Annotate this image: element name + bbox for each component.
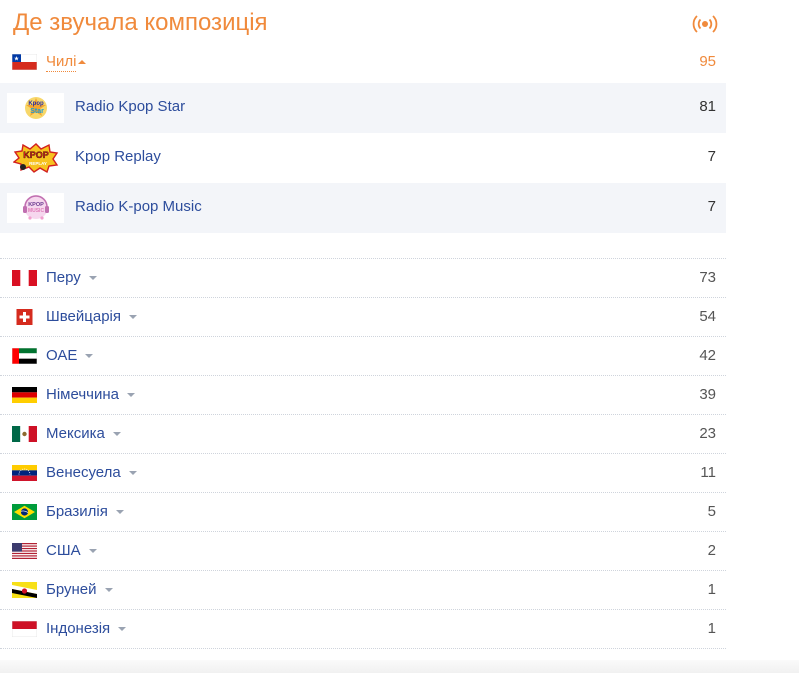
station-logo[interactable]: KPOP MUSIC: [7, 193, 64, 223]
svg-text:Kpop: Kpop: [28, 101, 44, 107]
caret-up-icon[interactable]: [78, 60, 86, 64]
country-count: 23: [699, 425, 716, 442]
station-count: 7: [707, 198, 716, 215]
switzerland-flag-icon: [16, 309, 33, 325]
country-name[interactable]: Венесуела: [46, 464, 137, 481]
country-row-brunei[interactable]: Бруней 1: [0, 571, 726, 610]
station-row[interactable]: KPOP MUSIC Radio K-pop Music 7: [0, 183, 726, 233]
kpop-star-logo: Kpop Star: [24, 97, 47, 119]
country-label: Бразилія: [46, 503, 108, 520]
country-row-mexico[interactable]: Мексика 23: [0, 415, 726, 454]
peru-flag-icon: [12, 270, 37, 286]
germany-flag-icon: [12, 387, 37, 403]
chevron-down-icon[interactable]: [88, 276, 97, 281]
station-logo[interactable]: KPOP REPLAY: [7, 143, 64, 173]
country-count: 95: [699, 53, 716, 70]
chevron-down-icon[interactable]: [112, 432, 121, 437]
chevron-down-icon[interactable]: [118, 627, 127, 632]
country-label: ОАЕ: [46, 347, 78, 364]
country-label: Перу: [46, 269, 81, 286]
svg-text:Star: Star: [30, 108, 44, 115]
country-name[interactable]: Бруней: [46, 581, 113, 598]
svg-text:KPOP: KPOP: [23, 150, 49, 160]
broadcast-icon[interactable]: [692, 13, 718, 35]
country-name[interactable]: Мексика: [46, 425, 121, 442]
panel-header: Де звучала композиція: [0, 0, 726, 50]
kpop-replay-logo: KPOP REPLAY: [12, 143, 58, 173]
country-row-venezuela[interactable]: Венесуела 11: [0, 454, 726, 493]
country-row-indonesia[interactable]: Індонезія 1: [0, 610, 726, 649]
mexico-flag-icon: [12, 426, 37, 442]
country-count: 54: [699, 308, 716, 325]
chile-flag-icon: [12, 54, 37, 70]
country-name[interactable]: Чилі: [46, 53, 77, 72]
uae-flag-icon: [12, 348, 37, 364]
station-name[interactable]: Radio Kpop Star: [75, 98, 185, 115]
station-name[interactable]: Radio K-pop Music: [75, 198, 202, 215]
country-label: Швейцарія: [46, 308, 121, 325]
country-name[interactable]: ОАЕ: [46, 347, 94, 364]
svg-text:MUSIC: MUSIC: [27, 208, 44, 214]
country-label: Бруней: [46, 581, 97, 598]
country-label: Мексика: [46, 425, 105, 442]
station-row[interactable]: Kpop Star Radio Kpop Star 81: [0, 83, 726, 133]
usa-flag-icon: [12, 543, 37, 559]
country-count: 1: [707, 581, 716, 598]
country-count: 11: [700, 464, 716, 481]
chevron-down-icon[interactable]: [88, 549, 97, 554]
chevron-down-icon[interactable]: [104, 588, 113, 593]
country-count: 1: [707, 620, 716, 637]
country-name[interactable]: США: [46, 542, 97, 559]
stations-panel: Де звучала композиція Чилі 95 Kpop Star …: [0, 0, 726, 649]
country-name[interactable]: Індонезія: [46, 620, 127, 637]
brunei-flag-icon: [12, 582, 37, 598]
station-logo[interactable]: Kpop Star: [7, 93, 64, 123]
chevron-down-icon[interactable]: [126, 393, 135, 398]
country-name[interactable]: Перу: [46, 269, 97, 286]
country-label: Індонезія: [46, 620, 111, 637]
country-count: 5: [707, 503, 716, 520]
country-count: 73: [699, 269, 716, 286]
country-row-chile[interactable]: Чилі 95: [0, 50, 726, 76]
chevron-down-icon[interactable]: [115, 510, 124, 515]
country-row-uae[interactable]: ОАЕ 42: [0, 337, 726, 376]
country-row-brazil[interactable]: Бразилія 5: [0, 493, 726, 532]
kpop-music-logo: KPOP MUSIC: [22, 195, 49, 220]
country-row-germany[interactable]: Німеччина 39: [0, 376, 726, 415]
page-title: Де звучала композиція: [13, 9, 268, 36]
station-count: 81: [699, 98, 716, 115]
country-count: 42: [699, 347, 716, 364]
venezuela-flag-icon: [12, 465, 37, 481]
brazil-flag-icon: [12, 504, 37, 520]
country-name[interactable]: Швейцарія: [46, 308, 137, 325]
svg-text:REPLAY: REPLAY: [29, 161, 47, 166]
chevron-down-icon[interactable]: [129, 315, 137, 320]
country-label: США: [46, 542, 81, 559]
indonesia-flag-icon: [12, 621, 37, 637]
station-row[interactable]: KPOP REPLAY Kpop Replay 7: [0, 133, 726, 183]
country-count: 2: [707, 542, 716, 559]
country-row-usa[interactable]: США 2: [0, 532, 726, 571]
station-name[interactable]: Kpop Replay: [75, 148, 161, 165]
country-row-peru[interactable]: Перу 73: [0, 259, 726, 298]
country-label: Чилі: [46, 53, 77, 70]
bottom-shadow: [0, 660, 799, 673]
country-name[interactable]: Німеччина: [46, 386, 135, 403]
country-row-switzerland[interactable]: Швейцарія 54: [0, 298, 726, 337]
country-name[interactable]: Бразилія: [46, 503, 124, 520]
country-label: Венесуела: [46, 464, 121, 481]
station-count: 7: [707, 148, 716, 165]
country-label: Німеччина: [46, 386, 119, 403]
chevron-down-icon[interactable]: [128, 471, 137, 476]
list-divider: [0, 233, 726, 259]
country-count: 39: [699, 386, 716, 403]
chevron-down-icon[interactable]: [85, 354, 94, 359]
